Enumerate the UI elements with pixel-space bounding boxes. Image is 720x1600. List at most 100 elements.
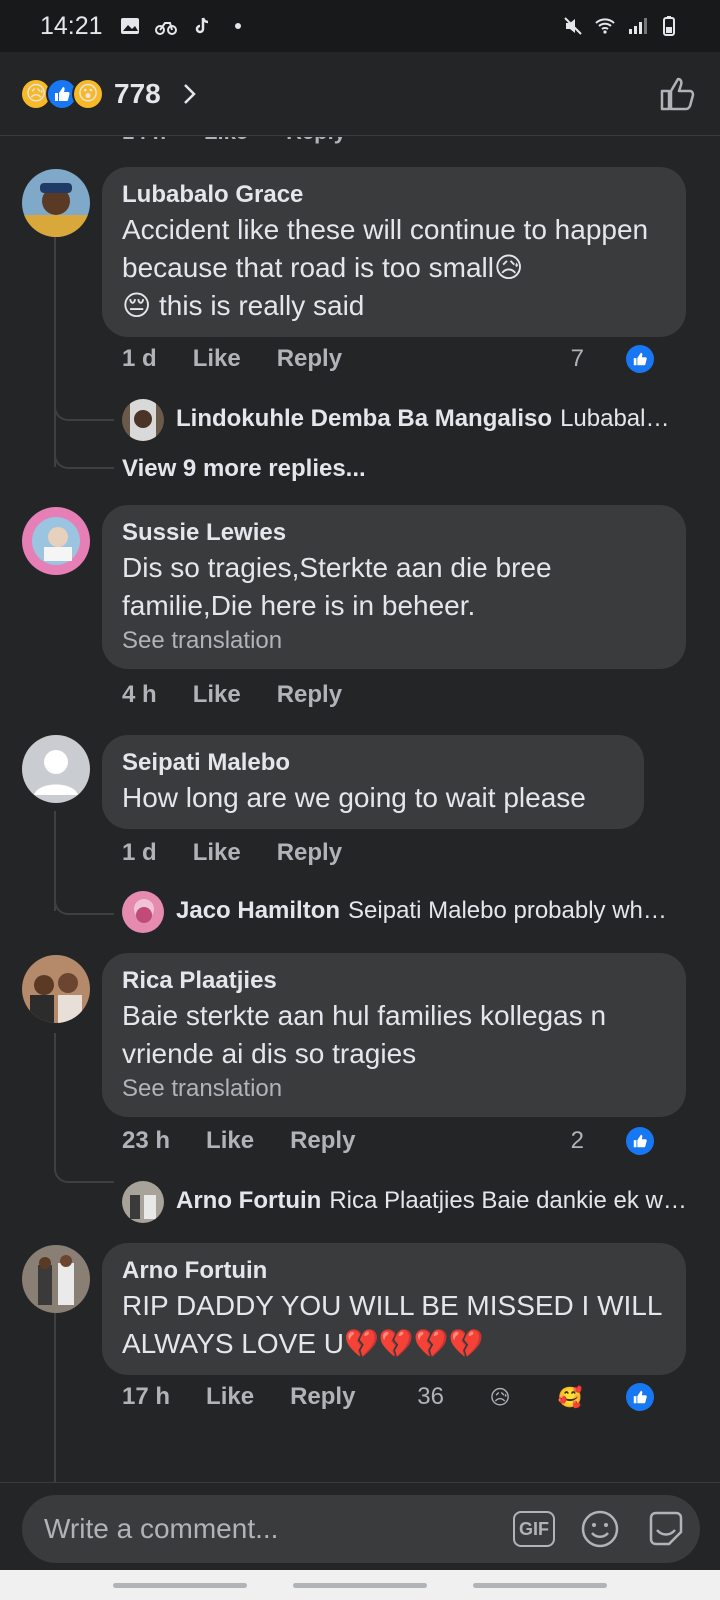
comment-author[interactable]: Lubabalo Grace [122, 179, 666, 211]
reply-button[interactable]: Reply [290, 1383, 355, 1411]
wow-reaction-icon: 😮 [72, 77, 104, 110]
bike-icon [154, 22, 177, 35]
status-app-icons [119, 15, 249, 37]
comments-feed[interactable]: 14 h Like Reply Lubabalo Grace Accident … [0, 137, 720, 1482]
reply-text: Lubabal… [560, 405, 670, 432]
avatar-placeholder[interactable] [22, 735, 90, 803]
comment-like-count[interactable]: 36 😥 🥰 [417, 1383, 690, 1411]
comment-text: How long are we going to wait please [122, 782, 586, 813]
care-reaction-icon: 🥰 [557, 1386, 583, 1409]
comment-text: Dis so tragies,Sterkte aan die bree fami… [122, 552, 552, 621]
reply-text: Seipati Malebo probably wh… [348, 897, 667, 924]
reactions-header: 😥 😮 778 [0, 52, 720, 136]
reply-author[interactable]: Arno Fortuin [176, 1187, 321, 1215]
comment-bubble[interactable]: Lubabalo Grace Accident like these will … [102, 167, 686, 337]
reply-preview[interactable]: Lindokuhle Demba Ba Mangaliso Lubabal… [122, 405, 690, 433]
comment-meta: 1 d Like Reply 7 [122, 345, 690, 373]
reaction-summary[interactable]: 😥 😮 [20, 77, 104, 110]
like-badge-icon [626, 345, 654, 373]
nav-home-handle[interactable] [293, 1582, 427, 1588]
comment-text: RIP DADDY YOU WILL BE MISSED I WILL ALWA… [122, 1290, 662, 1359]
thread-line [54, 1313, 56, 1482]
thread-branch [54, 427, 114, 469]
like-button[interactable]: Like [193, 345, 241, 373]
signal-icon [629, 18, 647, 34]
like-button[interactable]: Like [206, 1383, 254, 1411]
reply-text: Rica Plaatjies Baie dankie ek w… [329, 1187, 687, 1214]
smiley-icon [581, 1510, 619, 1548]
sad-reaction-icon: 😥 [489, 1386, 511, 1409]
status-system-icons [562, 15, 680, 37]
comment-bubble[interactable]: Sussie Lewies Dis so tragies,Sterkte aan… [102, 505, 686, 669]
comment-time: 1 d [122, 345, 157, 372]
comment-meta: 17 h Like Reply 36 😥 🥰 [122, 1383, 690, 1411]
comment-time: 4 h [122, 681, 157, 708]
comment-composer-bar: GIF [0, 1482, 720, 1570]
sticker-button[interactable] [644, 1507, 688, 1551]
like-button[interactable]: Like [206, 1127, 254, 1155]
battery-icon [663, 16, 675, 36]
reply-button[interactable]: Reply [277, 345, 342, 373]
nav-recents-handle[interactable] [113, 1582, 247, 1588]
emoji-button[interactable] [578, 1507, 622, 1551]
thumbs-up-icon [660, 77, 695, 110]
comment-like-count[interactable]: 7 [571, 345, 690, 373]
comment-text-line2: 😔 this is really said [122, 290, 365, 321]
comment-time: 23 h [122, 1127, 171, 1154]
status-time: 14:21 [40, 11, 103, 40]
thread-branch [54, 377, 114, 421]
comment-time: 17 h [122, 1383, 171, 1410]
reply-preview[interactable]: Jaco Hamilton Seipati Malebo probably wh… [122, 897, 690, 925]
like-button[interactable]: Like [193, 839, 241, 867]
like-badge-icon [626, 1127, 654, 1155]
comment-text: Accident like these will continue to hap… [122, 214, 649, 283]
mute-icon [564, 17, 582, 35]
reply-button[interactable]: Reply [277, 681, 342, 709]
dot-icon [234, 23, 241, 29]
comment-like-count[interactable]: 2 [571, 1127, 690, 1155]
system-nav-bar [0, 1570, 720, 1600]
see-translation-link[interactable]: See translation [122, 625, 666, 657]
comment-author[interactable]: Seipati Malebo [122, 747, 624, 779]
avatar[interactable] [22, 169, 90, 237]
avatar[interactable] [22, 955, 90, 1023]
reply-button[interactable]: Reply [277, 839, 342, 867]
see-translation-link[interactable]: See translation [122, 1073, 666, 1105]
comment-input[interactable] [44, 1513, 490, 1545]
view-more-replies-link[interactable]: View 9 more replies... [122, 455, 366, 483]
like-post-button[interactable] [656, 72, 700, 116]
like-button[interactable]: Like [193, 681, 241, 709]
reply-author[interactable]: Lindokuhle Demba Ba Mangaliso [176, 405, 552, 433]
comment-bubble[interactable]: Rica Plaatjies Baie sterkte aan hul fami… [102, 953, 686, 1117]
comment-bubble[interactable]: Arno Fortuin RIP DADDY YOU WILL BE MISSE… [102, 1243, 686, 1375]
tiktok-icon [195, 17, 208, 34]
chevron-right-icon[interactable] [177, 82, 201, 106]
comment-bubble[interactable]: Seipati Malebo How long are we going to … [102, 735, 644, 829]
gallery-icon [120, 18, 139, 34]
reply-preview[interactable]: Arno Fortuin Rica Plaatjies Baie dankie … [122, 1187, 690, 1215]
comment-time: 1 d [122, 839, 157, 866]
reaction-count[interactable]: 778 [114, 78, 161, 110]
comment-author[interactable]: Rica Plaatjies [122, 965, 666, 997]
sticker-icon [649, 1511, 683, 1546]
nav-back-handle[interactable] [473, 1582, 607, 1588]
thread-branch [54, 871, 114, 915]
partial-comment-meta: 14 h Like Reply [122, 137, 690, 145]
reply-button[interactable]: Reply [290, 1127, 355, 1155]
comment-composer[interactable]: GIF [22, 1495, 700, 1563]
comment-meta: 23 h Like Reply 2 [122, 1127, 690, 1155]
reply-author[interactable]: Jaco Hamilton [176, 897, 340, 925]
thread-branch [54, 1137, 114, 1183]
gif-button[interactable]: GIF [512, 1507, 556, 1551]
comment-author[interactable]: Arno Fortuin [122, 1255, 666, 1287]
status-bar: 14:21 [0, 0, 720, 52]
gif-icon: GIF [513, 1511, 555, 1547]
comment-meta: 1 d Like Reply [122, 839, 690, 867]
comment-meta: 4 h Like Reply [122, 681, 690, 709]
comment-text: Baie sterkte aan hul families kollegas n… [122, 1000, 607, 1069]
wifi-icon [595, 18, 615, 34]
avatar[interactable] [22, 507, 90, 575]
like-badge-icon [626, 1383, 654, 1411]
comment-author[interactable]: Sussie Lewies [122, 517, 666, 549]
avatar[interactable] [22, 1245, 90, 1313]
